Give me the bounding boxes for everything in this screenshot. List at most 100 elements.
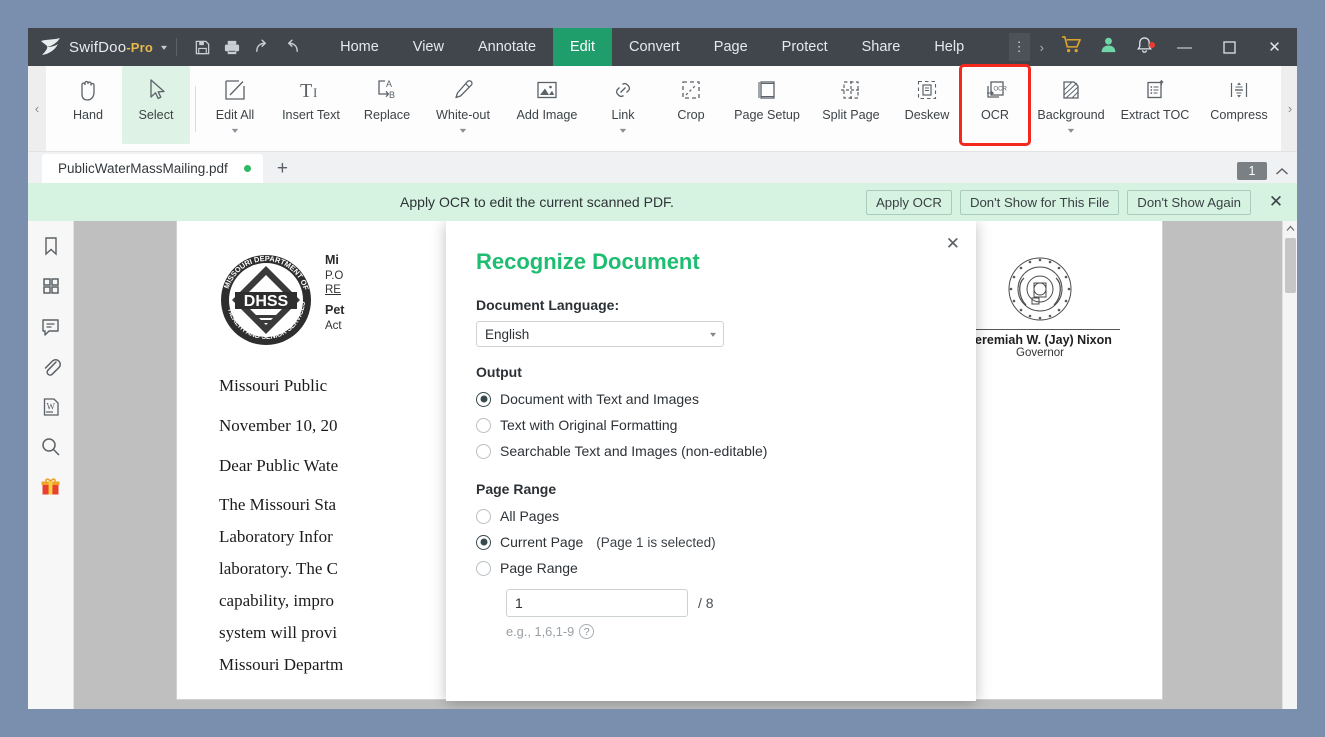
- toolbar-button-split-page[interactable]: Split Page: [809, 66, 893, 144]
- toolbar-button-hand[interactable]: Hand: [54, 66, 122, 144]
- svg-text:B: B: [389, 90, 395, 100]
- redo-icon[interactable]: [277, 32, 307, 62]
- notification-dot: [1149, 41, 1155, 48]
- user-avatar-icon[interactable]: [1090, 35, 1127, 59]
- toolbar-button-replace[interactable]: AB Replace: [353, 66, 421, 144]
- sidebar-item-convert-to-word[interactable]: W: [35, 391, 67, 421]
- menu-item-annotate[interactable]: Annotate: [461, 28, 553, 66]
- radio-output-document-with-text-and-images[interactable]: Document with Text and Images: [476, 386, 946, 412]
- dont-show-again-button[interactable]: Don't Show Again: [1127, 189, 1251, 215]
- governor-name: Jeremiah W. (Jay) Nixon: [968, 333, 1112, 347]
- ribbon-scroll-right-button[interactable]: ›: [1281, 66, 1297, 151]
- vertical-scrollbar[interactable]: [1282, 221, 1297, 709]
- cart-icon[interactable]: [1052, 35, 1090, 59]
- toolbar-label: Crop: [677, 108, 705, 122]
- modified-indicator-dot: [243, 165, 251, 172]
- chevron-down-icon[interactable]: ▾: [460, 126, 466, 135]
- title-bar-right-controls: ⋮ › — ✕: [1008, 28, 1297, 66]
- agency-line-1: Mi: [325, 253, 339, 267]
- menu-item-edit[interactable]: Edit: [553, 28, 613, 66]
- chevron-down-icon[interactable]: ▾: [1068, 126, 1074, 135]
- toolbar-button-page-setup[interactable]: Page Setup: [725, 66, 809, 144]
- add-image-icon: [535, 73, 559, 107]
- scrollbar-thumb[interactable]: [1284, 238, 1296, 293]
- sidebar-item-thumbnails[interactable]: [35, 271, 67, 301]
- apply-ocr-button[interactable]: Apply OCR: [865, 189, 952, 215]
- close-window-button[interactable]: ✕: [1252, 28, 1297, 66]
- menu-item-view[interactable]: View: [396, 28, 461, 66]
- toolbar-button-ocr[interactable]: OCR OCR: [959, 64, 1031, 146]
- document-tab[interactable]: PublicWaterMassMailing.pdf: [42, 154, 263, 183]
- ribbon-items: Hand Select Edit All ▾ TI Insert Text A …: [46, 64, 1281, 151]
- chevron-up-icon[interactable]: [1275, 164, 1289, 179]
- sidebar-item-comments[interactable]: [35, 311, 67, 341]
- sidebar-item-attachments[interactable]: [35, 351, 67, 381]
- menu-item-page[interactable]: Page: [697, 28, 765, 66]
- radio-label: Document with Text and Images: [500, 391, 699, 407]
- close-notification-icon[interactable]: ✕: [1259, 192, 1293, 212]
- radio-output-searchable-text-and-images[interactable]: Searchable Text and Images (non-editable…: [476, 438, 946, 464]
- radio-output-text-with-original-formatting[interactable]: Text with Original Formatting: [476, 412, 946, 438]
- page-range-input[interactable]: [506, 589, 688, 617]
- new-tab-button[interactable]: +: [277, 158, 288, 180]
- toolbar-button-insert-text[interactable]: TI Insert Text: [269, 66, 353, 144]
- toolbar-label: Select: [138, 108, 174, 122]
- chevron-right-icon[interactable]: ›: [1032, 40, 1052, 55]
- main-menu: Home View Annotate Edit Convert Page Pro…: [323, 28, 981, 66]
- toolbar-button-white-out[interactable]: White-out ▾: [421, 66, 505, 144]
- notification-bell-icon[interactable]: [1127, 36, 1162, 59]
- divider: [960, 329, 1120, 330]
- toolbar-button-background[interactable]: Background ▾: [1029, 66, 1113, 144]
- save-icon[interactable]: [187, 32, 217, 62]
- close-dialog-icon[interactable]: ✕: [946, 235, 960, 252]
- sidebar-item-gift[interactable]: [35, 471, 67, 501]
- toolbar-button-add-image[interactable]: Add Image: [505, 66, 589, 144]
- chevron-down-icon[interactable]: ▾: [620, 126, 626, 135]
- sidebar-item-search[interactable]: [35, 431, 67, 461]
- toolbar-button-deskew[interactable]: Deskew: [893, 66, 961, 144]
- ocr-icon: OCR: [983, 73, 1007, 107]
- menu-item-protect[interactable]: Protect: [765, 28, 845, 66]
- maximize-button[interactable]: [1207, 28, 1252, 66]
- sidebar-item-bookmarks[interactable]: [35, 231, 67, 261]
- print-icon[interactable]: [217, 32, 247, 62]
- radio-page-range-custom[interactable]: Page Range: [476, 555, 946, 581]
- minimize-button[interactable]: —: [1162, 28, 1207, 66]
- agency-line-5: Act: [325, 320, 342, 332]
- dont-show-for-this-file-button[interactable]: Don't Show for This File: [959, 189, 1120, 215]
- document-viewer[interactable]: DHSS MISSOURI DEPARTMENT OF HEALTH AND S…: [74, 221, 1282, 709]
- scroll-up-arrow-icon[interactable]: [1283, 221, 1298, 236]
- help-question-icon[interactable]: ?: [579, 624, 595, 639]
- insert-text-icon: TI: [298, 73, 324, 107]
- toolbar-button-crop[interactable]: Crop: [657, 66, 725, 144]
- page-setup-icon: [755, 73, 779, 107]
- radio-label: Searchable Text and Images (non-editable…: [500, 443, 768, 459]
- svg-text:OCR: OCR: [994, 87, 1008, 93]
- page-indicator-chip[interactable]: 1: [1237, 162, 1267, 180]
- radio-indicator: [476, 560, 491, 576]
- undo-icon[interactable]: [247, 32, 277, 62]
- page-range-input-row: / 8: [506, 589, 946, 617]
- toolbar-button-edit-all[interactable]: Edit All ▾: [201, 66, 269, 144]
- agency-line-4: Pet: [325, 303, 345, 318]
- radio-page-range-all-pages[interactable]: All Pages: [476, 503, 946, 529]
- menu-item-help[interactable]: Help: [917, 28, 981, 66]
- toolbar-button-extract-toc[interactable]: Extract TOC: [1113, 66, 1197, 144]
- document-language-select[interactable]: English ▾: [476, 321, 724, 347]
- ribbon-scroll-left-button[interactable]: ‹: [28, 66, 46, 151]
- svg-text:I: I: [313, 85, 317, 100]
- toolbar-button-compress[interactable]: Compress: [1197, 66, 1281, 144]
- toolbar-label: Split Page: [822, 108, 880, 122]
- toolbar-button-select[interactable]: Select: [122, 66, 190, 144]
- chevron-down-icon[interactable]: ▾: [161, 43, 167, 52]
- page-range-group-label: Page Range: [476, 481, 557, 497]
- toolbar-button-link[interactable]: Link ▾: [589, 66, 657, 144]
- ocr-notification-bar: Apply OCR to edit the current scanned PD…: [28, 183, 1297, 221]
- menu-item-convert[interactable]: Convert: [612, 28, 697, 66]
- menu-item-share[interactable]: Share: [845, 28, 918, 66]
- document-line: n System: [737, 705, 937, 709]
- chevron-down-icon[interactable]: ▾: [232, 126, 238, 135]
- menu-item-home[interactable]: Home: [323, 28, 396, 66]
- radio-page-range-current-page[interactable]: Current Page (Page 1 is selected): [476, 529, 946, 555]
- menu-overflow-grip[interactable]: ⋮: [1008, 33, 1030, 61]
